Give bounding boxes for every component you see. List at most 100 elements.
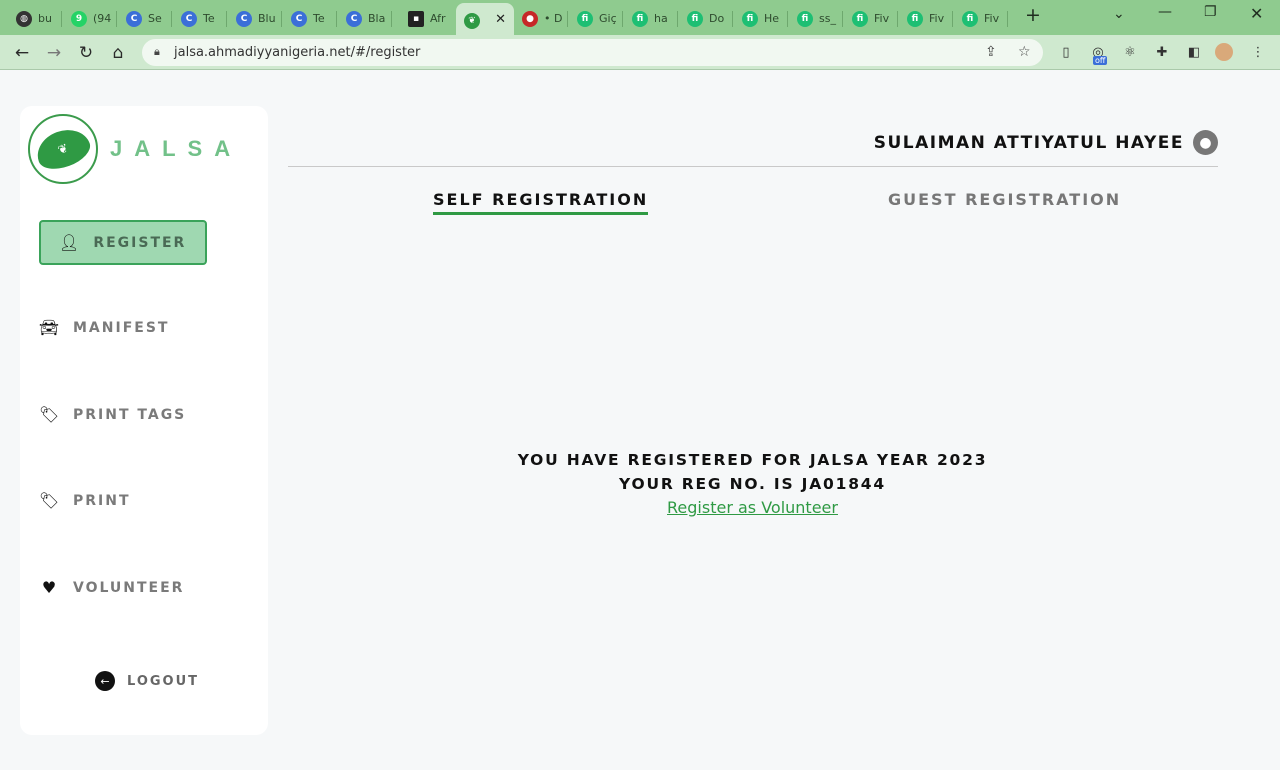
browser-tab[interactable]: fi Fiv (899, 6, 953, 31)
browser-tab-strip: ◍ bu 9 (94 C Se C Te C Blu C Te C Bla ▪ … (0, 0, 1280, 35)
tab-title: He (764, 12, 780, 25)
browser-tab[interactable]: fi Fiv (844, 6, 898, 31)
tags-icon: 🏷︎ (38, 405, 60, 424)
fiverr-icon: fi (632, 10, 648, 27)
profile-avatar[interactable] (1215, 43, 1233, 61)
forward-icon[interactable]: → (43, 42, 65, 64)
register-label: REGISTER (93, 234, 187, 251)
tags-icon: 🏷︎ (38, 491, 60, 510)
user-circle-icon: ● (1193, 130, 1218, 155)
restore-icon[interactable]: ❐ (1204, 4, 1217, 20)
browser-tab[interactable]: C Te (173, 6, 227, 31)
extension-badge: off (1093, 56, 1108, 65)
tab-title: (94 (93, 12, 112, 25)
back-icon[interactable]: ← (11, 42, 33, 64)
registration-confirmation: YOU HAVE REGISTERED FOR JALSA YEAR 2023 … (440, 448, 1065, 520)
sidebar-item-print[interactable]: 🏷︎ PRINT (38, 491, 131, 510)
browser-tab[interactable]: 9 (94 (63, 6, 117, 31)
tab-title: Fiv (984, 12, 1000, 25)
sidebar-item-label: PRINT (73, 492, 131, 509)
tab-title: Afr (430, 12, 446, 25)
share-icon[interactable]: ⇪ (985, 44, 997, 60)
register-volunteer-link[interactable]: Register as Volunteer (440, 496, 1065, 520)
side-panel-icon[interactable]: ◧ (1185, 43, 1203, 61)
user-name: SULAIMAN ATTIYATUL HAYEE (873, 132, 1184, 153)
whatsapp-icon: 9 (71, 10, 87, 27)
tab-self-registration[interactable]: SELF REGISTRATION (433, 190, 649, 215)
fiverr-icon: fi (577, 10, 593, 27)
tab-title: Blu (258, 12, 276, 25)
arrow-left-circle-icon: ← (95, 671, 115, 691)
logout-button[interactable]: ← LOGOUT (95, 671, 199, 691)
new-tab-icon[interactable]: + (1025, 4, 1041, 26)
browser-tab[interactable]: ● • D (514, 6, 568, 31)
browser-tab[interactable]: C Bla (338, 6, 392, 31)
c-icon: C (291, 10, 307, 27)
brand-name: JALSA (110, 136, 243, 161)
browser-tab[interactable]: fi Giç (569, 6, 623, 31)
tab-title: Bla (368, 12, 386, 25)
sidebar-item-volunteer[interactable]: ♥ VOLUNTEER (38, 578, 184, 597)
logout-label: LOGOUT (127, 673, 200, 689)
c-icon: C (346, 10, 362, 27)
lock-icon: 🔒︎ (154, 45, 160, 58)
tab-title: Te (203, 12, 215, 25)
tab-title: Se (148, 12, 162, 25)
user-menu[interactable]: SULAIMAN ATTIYATUL HAYEE ● (874, 130, 1218, 155)
fiverr-icon: fi (852, 10, 868, 27)
sidebar-item-label: VOLUNTEER (73, 579, 185, 596)
bookmark-star-icon[interactable]: ☆ (1018, 44, 1031, 60)
browser-tab[interactable]: ▪ Afr (400, 6, 454, 31)
minimize-icon[interactable]: — (1158, 4, 1172, 20)
close-window-icon[interactable]: ✕ (1250, 4, 1263, 23)
browser-tab[interactable]: ◍ bu (8, 6, 62, 31)
browser-tab[interactable]: fi Fiv (954, 6, 1008, 31)
sidebar-item-print-tags[interactable]: 🏷︎ PRINT TAGS (38, 405, 186, 424)
tab-search-icon[interactable]: ⌄ (1113, 6, 1125, 22)
extension-icon[interactable]: ▯ (1057, 43, 1075, 61)
c-icon: C (181, 10, 197, 27)
fiverr-icon: fi (962, 10, 978, 27)
tab-title: Te (313, 12, 325, 25)
browser-tab[interactable]: C Se (118, 6, 172, 31)
browser-tab[interactable]: fi ha (624, 6, 678, 31)
address-bar[interactable]: 🔒︎ jalsa.ahmadiyyanigeria.net/#/register… (142, 39, 1043, 66)
sidebar: ❦ JALSA 👤︎ REGISTER 🚘︎ MANIFEST 🏷︎ PRINT… (20, 106, 268, 735)
menu-kebab-icon[interactable]: ⋮ (1249, 43, 1267, 61)
fiverr-icon: fi (907, 10, 923, 27)
reload-icon[interactable]: ↻ (75, 42, 97, 64)
sidebar-item-manifest[interactable]: 🚘︎ MANIFEST (38, 318, 169, 337)
jalsa-logo: ❦ (28, 114, 98, 184)
close-tab-icon[interactable]: ✕ (495, 12, 506, 27)
browser-toolbar: ← → ↻ ⌂ 🔒︎ jalsa.ahmadiyyanigeria.net/#/… (0, 35, 1280, 70)
tab-title: ss_ (819, 12, 836, 25)
tab-title: Fiv (929, 12, 945, 25)
extensions-puzzle-icon[interactable]: ✚ (1153, 43, 1171, 61)
fiverr-icon: fi (797, 10, 813, 27)
browser-tab[interactable]: C Te (283, 6, 337, 31)
url-text[interactable]: jalsa.ahmadiyyanigeria.net/#/register (174, 45, 420, 60)
tab-guest-registration[interactable]: GUEST REGISTRATION (888, 190, 1121, 209)
record-icon: ● (522, 10, 538, 27)
register-button[interactable]: 👤︎ REGISTER (39, 220, 207, 265)
tab-title: • D (544, 12, 563, 25)
globe-icon: ◍ (16, 10, 32, 27)
c-icon: C (236, 10, 252, 27)
registration-status-text: YOU HAVE REGISTERED FOR JALSA YEAR 2023 (517, 451, 988, 469)
tab-title: Do (709, 12, 725, 25)
fiverr-icon: fi (742, 10, 758, 27)
home-icon[interactable]: ⌂ (107, 42, 129, 64)
c-icon: C (126, 10, 142, 27)
browser-tab[interactable]: fi ss_ (789, 6, 843, 31)
extension-icon[interactable]: ⚛ (1121, 43, 1139, 61)
leaf-logo-icon: ❦ (31, 122, 95, 176)
header-divider (288, 166, 1218, 167)
browser-tab[interactable]: fi He (734, 6, 788, 31)
fiverr-icon: fi (687, 10, 703, 27)
tab-title: Fiv (874, 12, 890, 25)
browser-tab[interactable]: fi Do (679, 6, 733, 31)
sidebar-item-label: MANIFEST (73, 319, 170, 336)
browser-tab[interactable]: C Blu (228, 6, 282, 31)
browser-tab-active[interactable]: ❦ ✕ (456, 3, 514, 35)
image-icon: ▪ (408, 10, 424, 27)
